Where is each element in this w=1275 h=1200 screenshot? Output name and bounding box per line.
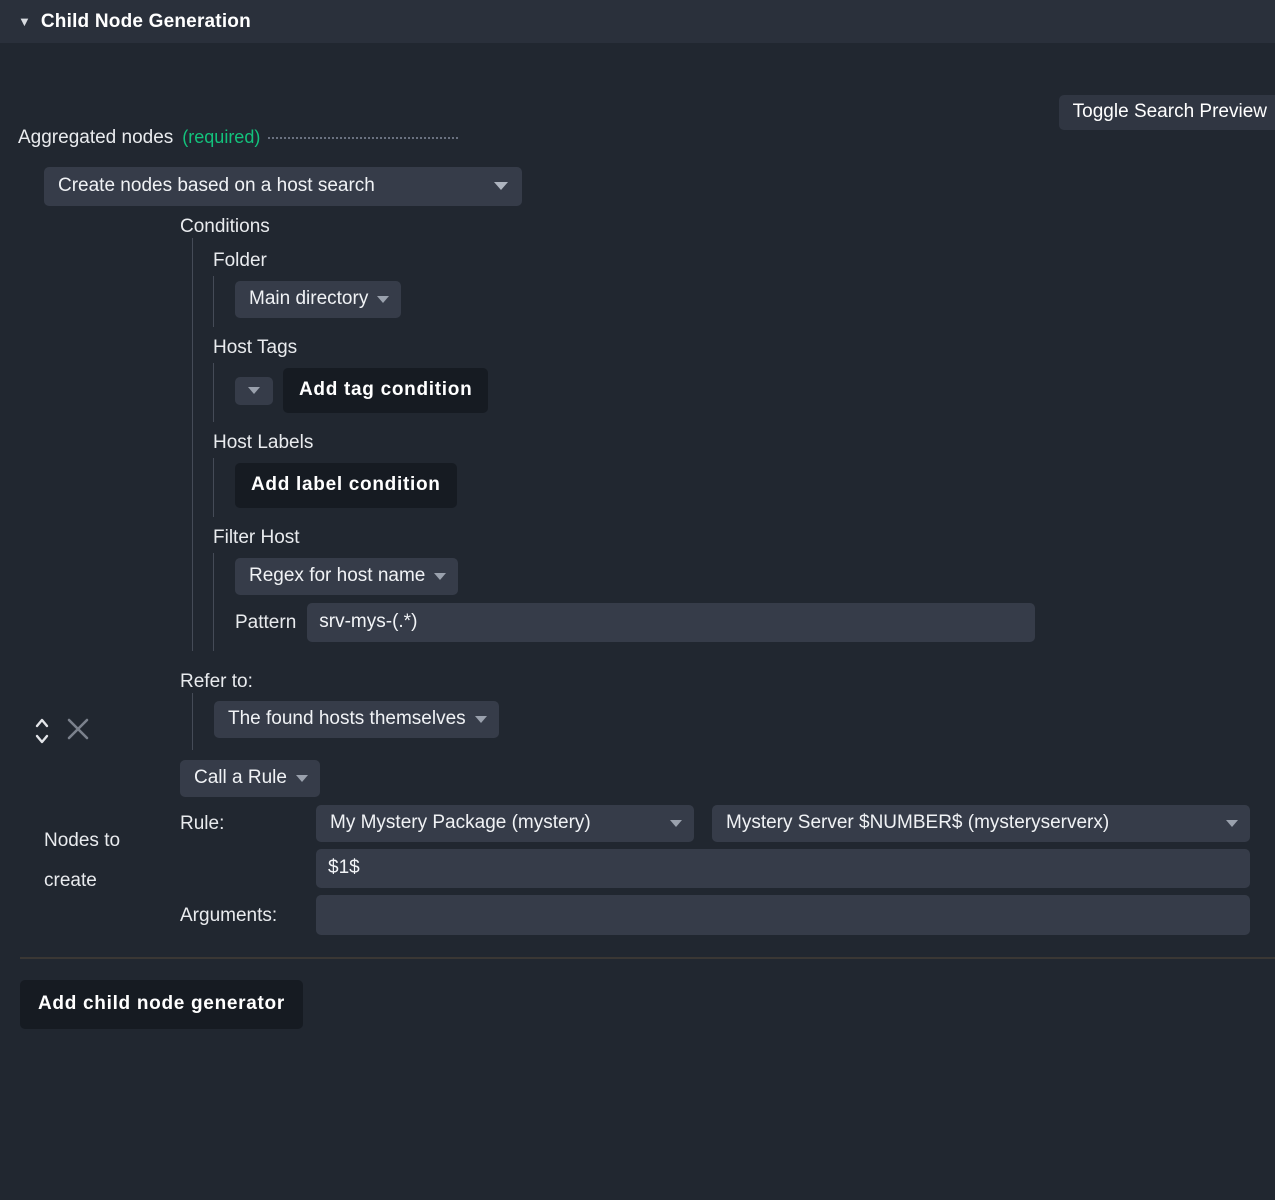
row-controls (33, 714, 91, 748)
refer-to-select[interactable]: The found hosts themselves (214, 701, 499, 738)
condition-filter-host-label: Filter Host (213, 517, 1275, 553)
condition-folder: Folder Main directory (193, 240, 1275, 327)
arguments-row: Arguments: (180, 849, 1275, 935)
add-tag-condition-button[interactable]: Add tag condition (283, 368, 488, 413)
condition-host-labels: Host Labels Add label condition (193, 422, 1275, 517)
nodes-to-create-label: Nodes to create (44, 821, 164, 901)
call-rule-value: Call a Rule (194, 767, 287, 789)
rule-row: Rule: My Mystery Package (mystery) Myste… (180, 805, 1275, 842)
folder-select[interactable]: Main directory (235, 281, 401, 318)
child-node-generator-row: Create nodes based on a host search Cond… (0, 149, 1275, 935)
add-child-node-generator-button[interactable]: Add child node generator (20, 980, 303, 1029)
condition-folder-label: Folder (213, 240, 1275, 276)
host-tag-operator-select[interactable] (235, 377, 273, 405)
add-label-condition-button[interactable]: Add label condition (235, 463, 457, 508)
chevron-down-icon (248, 387, 260, 394)
argument-input-1[interactable] (316, 849, 1250, 888)
condition-host-labels-value-wrap: Add label condition (213, 458, 1275, 517)
add-generator-wrap: Add child node generator (0, 959, 1275, 1029)
chevron-down-icon (296, 775, 308, 782)
rule-name-value: Mystery Server $NUMBER$ (mysteryserverx) (726, 812, 1109, 834)
sort-updown-icon[interactable] (33, 714, 51, 748)
nodes-to-create-group: Nodes to create Rule: My Mystery Package… (0, 805, 1275, 935)
condition-host-labels-label: Host Labels (213, 422, 1275, 458)
chevron-down-icon (670, 820, 682, 827)
close-x-icon[interactable] (65, 716, 91, 747)
filter-host-select-value: Regex for host name (249, 565, 425, 587)
panel-header[interactable]: ▼ Child Node Generation (0, 0, 1275, 43)
generator-mode-value: Create nodes based on a host search (58, 175, 375, 197)
generator-mode-select[interactable]: Create nodes based on a host search (44, 167, 522, 206)
chevron-down-icon (494, 182, 508, 190)
rule-label: Rule: (180, 813, 316, 835)
panel-body: Toggle Search Preview Aggregated nodes (… (0, 43, 1275, 1029)
arguments-fields (316, 849, 1250, 935)
condition-host-tags-label: Host Tags (213, 327, 1275, 363)
condition-host-tags-value-wrap: Add tag condition (213, 363, 1275, 422)
page-title: Child Node Generation (41, 11, 251, 33)
chevron-down-icon (1226, 820, 1238, 827)
conditions-label: Conditions (180, 206, 1275, 238)
refer-to-block: The found hosts themselves (192, 693, 1275, 750)
call-rule-select[interactable]: Call a Rule (180, 760, 320, 797)
call-rule-wrap: Call a Rule (180, 750, 1275, 797)
condition-host-tags: Host Tags Add tag condition (193, 327, 1275, 422)
nodes-to-create-fields: Rule: My Mystery Package (mystery) Myste… (180, 805, 1275, 935)
chevron-down-icon (475, 716, 487, 723)
condition-folder-value-wrap: Main directory (213, 276, 1275, 327)
rule-package-select[interactable]: My Mystery Package (mystery) (316, 805, 694, 842)
rule-name-select[interactable]: Mystery Server $NUMBER$ (mysteryserverx) (712, 805, 1250, 842)
chevron-down-icon (377, 296, 389, 303)
filter-host-select[interactable]: Regex for host name (235, 558, 458, 595)
pattern-label: Pattern (235, 612, 296, 634)
triangle-down-icon[interactable]: ▼ (18, 15, 31, 28)
conditions-block: Folder Main directory Host Tags (192, 238, 1275, 651)
pattern-input[interactable] (307, 603, 1035, 642)
pattern-row: Pattern (235, 595, 1275, 642)
required-note: (required) (182, 127, 260, 148)
condition-filter-host-value-wrap: Regex for host name Pattern (213, 553, 1275, 651)
chevron-down-icon (434, 573, 446, 580)
dotted-leader (268, 136, 458, 139)
condition-filter-host: Filter Host Regex for host name Pattern (193, 517, 1275, 651)
arguments-label: Arguments: (180, 905, 316, 935)
refer-to-value: The found hosts themselves (228, 708, 466, 730)
folder-select-value: Main directory (249, 288, 368, 310)
argument-input-2[interactable] (316, 895, 1250, 935)
toggle-search-preview-button[interactable]: Toggle Search Preview (1059, 95, 1275, 130)
aggregated-nodes-label: Aggregated nodes (18, 127, 173, 149)
refer-to-label: Refer to: (180, 651, 1275, 693)
rule-package-value: My Mystery Package (mystery) (330, 812, 591, 834)
